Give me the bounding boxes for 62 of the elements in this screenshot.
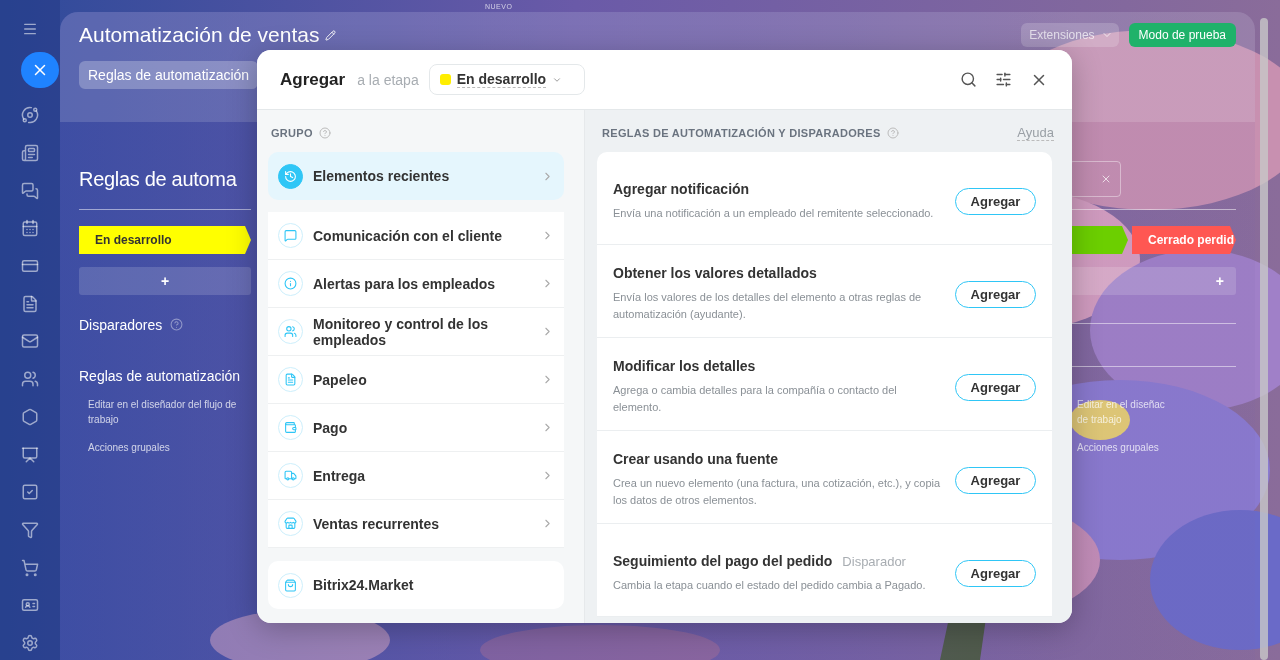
rule-description: Envía los valores de los detalles del elemento a otras reglas de automatización (ayudante).: [613, 290, 923, 322]
page-title: Automatización de ventas: [79, 23, 320, 47]
stage-select[interactable]: En desarrollo: [428, 64, 586, 95]
history-icon: [278, 163, 303, 189]
people-icon: [278, 319, 303, 344]
add-button[interactable]: Agregar: [955, 466, 1036, 494]
chat-icon: [278, 223, 303, 248]
rule-title: Modificar los detalles: [613, 358, 756, 374]
truck-icon: [278, 463, 303, 488]
add-button[interactable]: Agregar: [955, 559, 1036, 587]
add-button[interactable]: +: [79, 267, 251, 295]
stage-name: En desarrollo: [456, 71, 547, 88]
market-label: Bitrix24.Market: [313, 577, 415, 593]
stage[interactable]: En desarrollo: [79, 226, 251, 254]
group-label: Monitoreo y control de los empleados: [313, 315, 489, 348]
section-heading: Reglas de automa: [79, 167, 237, 191]
link[interactable]: Acciones grupales: [79, 440, 251, 455]
group-label: Alertas para los empleados: [313, 275, 497, 292]
dialog-title: Agregar: [280, 69, 346, 90]
rule-description: Agrega o cambia detalles para la compañía o contacto del elemento.: [613, 383, 898, 415]
link[interactable]: Editar en el diseñador del flujo de trabajo: [79, 397, 239, 427]
rule-tag: Disparador: [842, 553, 906, 569]
search-icon[interactable]: [960, 70, 977, 88]
market-item[interactable]: Bitrix24.Market: [268, 561, 564, 609]
group-label: Pago: [313, 419, 349, 436]
rule-title: Seguimiento del pago del pedido: [613, 552, 833, 569]
info-icon: [278, 271, 303, 296]
group-item[interactable]: Elementos recientes: [268, 152, 564, 200]
group-label: Comunicación con el cliente: [313, 227, 504, 244]
group-item[interactable]: Comunicación con el cliente: [268, 212, 564, 260]
group-item[interactable]: Entrega: [268, 452, 564, 500]
group-item[interactable]: Alertas para los empleados: [268, 260, 564, 308]
group-item[interactable]: Pago: [268, 404, 564, 452]
wallet-icon: [278, 415, 303, 440]
rule-title: Obtener los valores detallados: [613, 265, 817, 281]
rule-description: Crea un nuevo elemento (una factura, una cotización, etc.), y copia los datos de otros elementos.: [613, 476, 942, 508]
dialog-subtitle: a la etapa: [357, 71, 419, 88]
add-button[interactable]: Agregar: [955, 373, 1036, 401]
pencil-icon[interactable]: [325, 29, 337, 41]
group-label: Elementos recientes: [313, 168, 451, 184]
group-item[interactable]: Papeleo: [268, 356, 564, 404]
clear-icon[interactable]: [1100, 173, 1112, 185]
settings-icon[interactable]: [995, 70, 1012, 88]
group-label: Ventas recurrentes: [313, 515, 441, 532]
column-header: GRUPO: [271, 127, 313, 139]
group-label: Entrega: [313, 467, 367, 484]
store-icon: [278, 511, 303, 536]
column-header: REGLAS DE AUTOMATIZACIÓN Y DISPARADORES: [602, 127, 881, 139]
group-item[interactable]: Ventas recurrentes: [268, 500, 564, 548]
add-button[interactable]: Agregar: [955, 280, 1036, 308]
section-label: Disparadores: [79, 316, 163, 333]
rule-title: Agregar notificación: [613, 180, 750, 197]
group-item[interactable]: Monitoreo y control de los empleados: [268, 308, 564, 356]
document-icon: [278, 367, 303, 392]
add-button[interactable]: Agregar: [955, 187, 1036, 215]
group-label: Papeleo: [313, 371, 368, 388]
shopping-bag-icon: [278, 572, 303, 598]
rule-title: Crear usando una fuente: [613, 451, 778, 467]
section-label: Reglas de automatización: [79, 367, 241, 384]
scrollbar[interactable]: [1260, 18, 1268, 660]
rule-description: Envía una notificación a un empleado del remitente seleccionado.: [613, 205, 935, 221]
rule-description: Cambia la etapa cuando el estado del pedido cambia a Pagado.: [613, 577, 927, 593]
